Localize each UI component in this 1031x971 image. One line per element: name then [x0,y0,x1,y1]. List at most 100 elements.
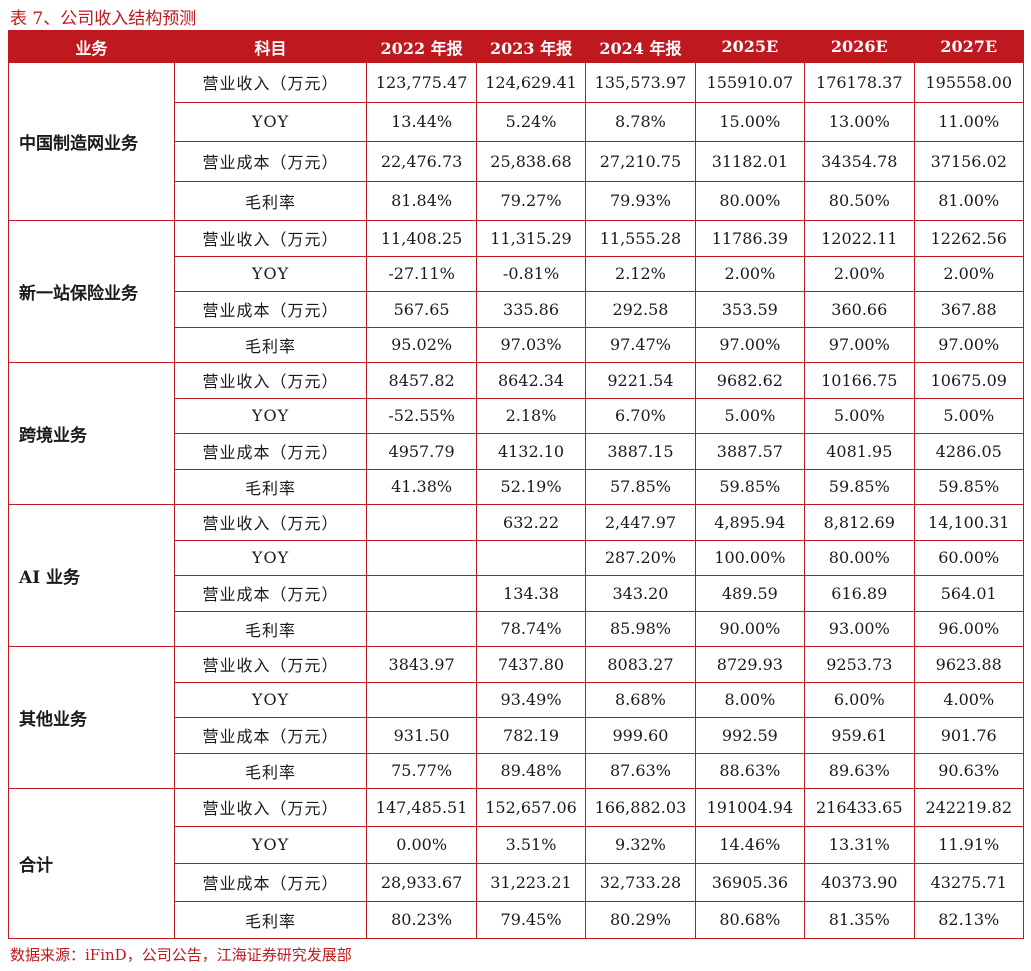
row-item-label: 营业收入（万元） [173,220,368,257]
table-caption: 表 7、公司收入结构预测 [10,9,197,29]
value-cell: 292.58 [585,291,696,328]
value-cell: 3.51% [475,825,587,864]
value-cell: 80.50% [804,180,915,221]
value-cell: 97.00% [913,326,1024,363]
value-cell: 11.00% [913,101,1024,142]
value-cell: 155910.07 [694,62,806,103]
header-row: 业务 科目 2022 年报 2023 年报 2024 年报 2025E 2026… [8,30,1024,63]
value-cell: 3887.57 [694,433,806,470]
value-cell: 2,447.97 [585,504,696,541]
value-cell: 9253.73 [804,646,915,683]
value-cell: 43275.71 [913,863,1024,902]
value-cell: 96.00% [913,610,1024,647]
value-cell: 59.85% [694,468,806,505]
table-row: 中国制造网业务 营业收入（万元） 123,775.47 124,629.41 135,5… [8,62,1024,221]
value-cell: 8457.82 [366,362,477,399]
value-cell: 4286.05 [913,433,1024,470]
value-cell: 36905.36 [694,863,806,902]
value-cell: 89.48% [475,752,587,789]
value-cell: 335.86 [475,291,587,328]
value-cell: 6.00% [804,681,915,718]
value-cell: 40373.90 [804,863,915,902]
value-cell [366,504,477,541]
header-2023: 2023 年报 [475,30,587,63]
value-cell: 79.27% [475,180,587,221]
value-cell: 7437.80 [475,646,587,683]
value-cell: 152,657.06 [475,788,587,827]
value-cell: 90.00% [694,610,806,647]
value-cell: 9221.54 [585,362,696,399]
value-cell: 489.59 [694,575,806,612]
value-cell: 81.35% [804,900,915,939]
value-cell: 93.49% [475,681,587,718]
header-item: 科目 [173,30,368,63]
value-cell: 81.84% [366,180,477,221]
value-cell: 34354.78 [804,141,915,182]
value-cell: 2.00% [804,255,915,292]
value-cell: 8.68% [585,681,696,718]
value-cell: 93.00% [804,610,915,647]
row-item-label: 营业成本（万元） [173,141,368,182]
value-cell: 11,315.29 [475,220,587,257]
value-cell: 88.63% [694,752,806,789]
value-cell: 12022.11 [804,220,915,257]
row-item-label: 毛利率 [173,900,368,939]
value-cell: 8.00% [694,681,806,718]
value-cell: 353.59 [694,291,806,328]
value-cell: 57.85% [585,468,696,505]
value-cell: 11.91% [913,825,1024,864]
value-cell: 4.00% [913,681,1024,718]
value-cell: 80.00% [694,180,806,221]
value-cell: 191004.94 [694,788,806,827]
value-cell: 134.38 [475,575,587,612]
value-cell: 2.12% [585,255,696,292]
value-cell: 11786.39 [694,220,806,257]
value-cell: 9.32% [585,825,696,864]
row-item-label: YOY [173,101,368,142]
segment-name: 新一站保险业务 [8,220,175,363]
segment-name: AI 业务 [8,504,175,647]
value-cell: 992.59 [694,717,806,754]
value-cell: 567.65 [366,291,477,328]
row-item-label: 营业收入（万元） [173,646,368,683]
row-item-label: 营业收入（万元） [173,362,368,399]
row-item-label: YOY [173,539,368,576]
value-cell: 176178.37 [804,62,915,103]
header-business: 业务 [8,30,175,63]
value-cell: 124,629.41 [475,62,587,103]
value-cell: 343.20 [585,575,696,612]
value-cell: 78.74% [475,610,587,647]
value-cell: 901.76 [913,717,1024,754]
value-cell: 14,100.31 [913,504,1024,541]
value-cell: 80.00% [804,539,915,576]
value-cell: 8642.34 [475,362,587,399]
header-2027e: 2027E [913,30,1024,63]
value-cell: 90.63% [913,752,1024,789]
value-cell: 12262.56 [913,220,1024,257]
value-cell: 4957.79 [366,433,477,470]
value-cell: 931.50 [366,717,477,754]
row-item-label: 营业成本（万元） [173,717,368,754]
value-cell: 97.00% [804,326,915,363]
row-item-label: 营业成本（万元） [173,433,368,470]
value-cell: 9623.88 [913,646,1024,683]
source-note: 数据来源：iFinD，公司公告，江海证券研究发展部 [10,946,352,964]
value-cell: 6.70% [585,397,696,434]
value-cell: 31182.01 [694,141,806,182]
value-cell: 79.93% [585,180,696,221]
value-cell: 5.00% [913,397,1024,434]
row-item-label: YOY [173,681,368,718]
table-row: AI 业务 营业收入（万元） 632.22 2,447.97 4,895.94 8,812… [8,504,1024,647]
value-cell: 15.00% [694,101,806,142]
value-cell: 360.66 [804,291,915,328]
value-cell [475,539,587,576]
value-cell: 4132.10 [475,433,587,470]
value-cell: 60.00% [913,539,1024,576]
value-cell: 195558.00 [913,62,1024,103]
segment-name: 中国制造网业务 [8,62,175,221]
header-2026e: 2026E [804,30,915,63]
value-cell: -0.81% [475,255,587,292]
value-cell: 166,882.03 [585,788,696,827]
value-cell: -52.55% [366,397,477,434]
value-cell: 10166.75 [804,362,915,399]
